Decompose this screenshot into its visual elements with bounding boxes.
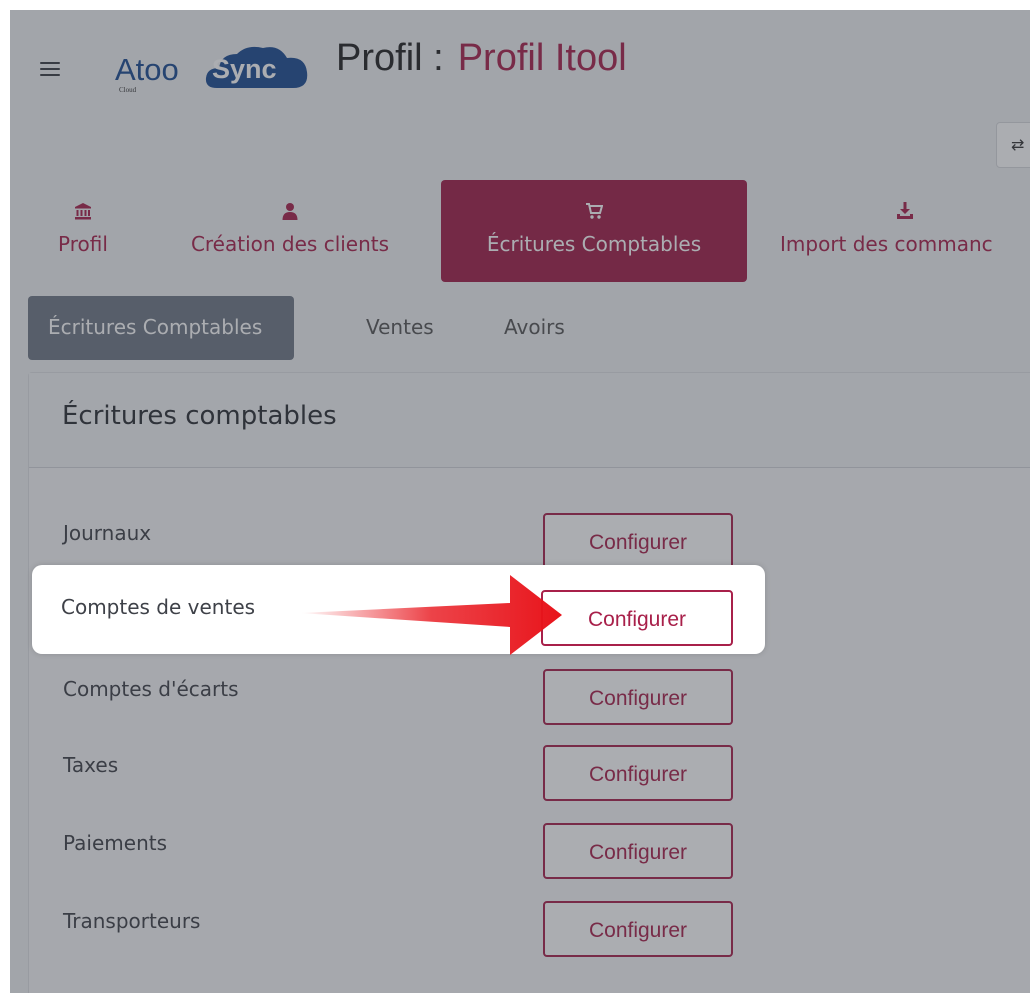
tab-profil[interactable]: Profil	[38, 180, 128, 282]
configurer-paiements-button[interactable]: Configurer	[543, 823, 733, 879]
configurer-taxes-button[interactable]: Configurer	[543, 745, 733, 801]
tab-ecritures-comptables-label: Écritures Comptables	[486, 232, 702, 256]
row-label-paiements: Paiements	[63, 831, 168, 855]
config-row-paiements: Paiements Configurer	[29, 823, 789, 889]
logo-text-sync: Sync	[212, 54, 277, 84]
card-header: Écritures comptables	[29, 373, 1030, 468]
hamburger-menu-icon[interactable]	[40, 62, 60, 76]
bank-icon	[75, 203, 91, 220]
configurer-transporteurs-button[interactable]: Configurer	[543, 901, 733, 957]
profile-name: Profil Itool	[457, 37, 627, 79]
logo-text-atoo: Atoo	[115, 52, 179, 87]
atoosync-logo[interactable]: Atoo Sync Cloud	[115, 28, 315, 108]
download-icon	[897, 202, 913, 219]
top-bar: Atoo Sync Cloud Profil : Profil Itool	[10, 10, 1030, 110]
tab-profil-label: Profil	[58, 232, 108, 256]
page-title: Profil : Profil Itool	[336, 37, 627, 80]
ecritures-card: Écritures comptables Journaux Configurer…	[28, 372, 1030, 993]
cart-icon	[586, 203, 603, 219]
row-label-transporteurs: Transporteurs	[63, 909, 201, 933]
configurer-comptes-ventes-button[interactable]: Configurer	[541, 590, 733, 646]
sync-button[interactable]: ⇄	[996, 122, 1030, 168]
tab-import-commandes[interactable]: Import des commanc	[770, 180, 1030, 282]
tab-creation-clients-label: Création des clients	[190, 232, 390, 256]
tab-ecritures-comptables[interactable]: Écritures Comptables	[441, 180, 747, 282]
configurer-journaux-button[interactable]: Configurer	[543, 513, 733, 569]
row-label-taxes: Taxes	[63, 753, 119, 777]
row-label-comptes-ecarts: Comptes d'écarts	[63, 677, 239, 701]
row-label-comptes-ventes: Comptes de ventes	[61, 595, 256, 619]
configurer-comptes-ecarts-button[interactable]: Configurer	[543, 669, 733, 725]
subtab-ventes[interactable]: Ventes	[346, 296, 454, 360]
logo-text-cloud: Cloud	[119, 86, 137, 94]
main-tabs: Profil Création des clients Écritures Co…	[10, 180, 1030, 282]
card-title: Écritures comptables	[62, 401, 337, 431]
subtab-avoirs[interactable]: Avoirs	[484, 296, 585, 360]
user-icon	[282, 203, 298, 220]
sync-icon: ⇄	[1011, 135, 1025, 154]
app-window: Atoo Sync Cloud Profil : Profil Itool ⇄ P…	[10, 10, 1030, 993]
tab-creation-clients[interactable]: Création des clients	[160, 180, 420, 282]
row-label-journaux: Journaux	[63, 521, 152, 545]
config-row-comptes-ecarts: Comptes d'écarts Configurer	[29, 669, 789, 735]
config-row-taxes: Taxes Configurer	[29, 745, 789, 811]
red-arrow-icon	[300, 575, 562, 655]
subtab-ecritures-comptables[interactable]: Écritures Comptables	[28, 296, 294, 360]
config-row-transporteurs: Transporteurs Configurer	[29, 901, 789, 967]
tab-import-commandes-label: Import des commanc	[780, 232, 993, 256]
page-title-label: Profil :	[336, 37, 444, 79]
